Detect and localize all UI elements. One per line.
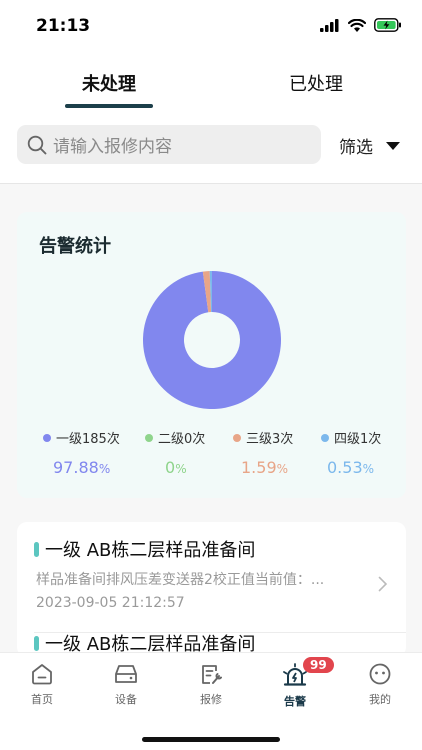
legend-dot-level2 xyxy=(145,433,153,442)
legend-dot-level1 xyxy=(43,433,51,442)
alarm-description: 样品准备间排风压差变送器2校正值当前值：... xyxy=(36,572,325,588)
legend-level1: 一级185次 xyxy=(43,428,120,447)
status-icons xyxy=(320,18,402,32)
alarm-list: 一级 AB栋二层样品准备间 样品准备间排风压差变送器2校正值当前值：... 20… xyxy=(17,522,406,657)
profile-icon xyxy=(369,663,391,685)
search-placeholder: 请输入报修内容 xyxy=(53,137,172,157)
status-time: 21:13 xyxy=(36,16,91,36)
level-indicator xyxy=(34,541,39,557)
nav-label: 告警 xyxy=(284,695,306,708)
alarm-title-row: 一级 AB栋二层样品准备间 xyxy=(34,536,255,562)
filter-label: 筛选 xyxy=(339,138,373,158)
search-row: 请输入报修内容 筛选 xyxy=(17,125,407,165)
legend-dot-level4 xyxy=(321,433,329,442)
tab-unprocessed[interactable]: 未处理 xyxy=(49,70,169,96)
nav-device[interactable]: 设备 xyxy=(84,663,168,707)
chevron-right-icon xyxy=(378,576,388,592)
tab-active-indicator xyxy=(65,104,153,108)
level-indicator xyxy=(34,635,39,651)
nav-label: 我的 xyxy=(369,693,391,706)
filter-button[interactable]: 筛选 xyxy=(339,133,401,158)
chart-legend: 一级185次 二级0次 三级3次 四级1次 xyxy=(17,428,406,458)
device-icon xyxy=(115,665,137,683)
nav-repair[interactable]: 报修 xyxy=(169,663,253,707)
legend-dot-level3 xyxy=(233,433,241,442)
percent-level2: 0% xyxy=(165,458,187,477)
wifi-icon xyxy=(348,18,366,32)
alarm-count-badge: 99 xyxy=(303,657,334,673)
legend-label: 三级3次 xyxy=(246,432,294,447)
nav-label: 报修 xyxy=(200,693,222,706)
battery-charging-icon xyxy=(374,18,401,32)
percent-level3: 1.59% xyxy=(241,458,289,477)
legend-level3: 三级3次 xyxy=(233,428,293,447)
nav-alarm[interactable]: 99 告警 xyxy=(253,657,337,709)
alarm-list-item[interactable]: 一级 AB栋二层样品准备间 样品准备间排风压差变送器2校正值当前值：... 20… xyxy=(17,536,406,633)
nav-home[interactable]: 首页 xyxy=(0,663,84,707)
tab-processed[interactable]: 已处理 xyxy=(256,70,376,96)
search-icon xyxy=(27,135,47,154)
legend-label: 一级185次 xyxy=(56,432,120,447)
legend-label: 二级0次 xyxy=(158,432,206,447)
alarm-title: 一级 AB栋二层样品准备间 xyxy=(45,540,256,561)
legend-level4: 四级1次 xyxy=(321,428,381,447)
legend-label: 四级1次 xyxy=(334,432,382,447)
percent-level1: 97.88% xyxy=(53,458,111,477)
search-input[interactable]: 请输入报修内容 xyxy=(17,125,321,164)
signal-icon xyxy=(320,18,339,32)
caret-down-icon xyxy=(386,141,400,150)
nav-profile[interactable]: 我的 xyxy=(338,663,422,707)
nav-label: 设备 xyxy=(115,693,137,706)
legend-level2: 二级0次 xyxy=(145,428,205,447)
alarm-stats-card: 告警统计 一级185次 二级0次 三级3次 四级1次 97.88% 0% 1.5… xyxy=(17,212,406,498)
alarm-donut-chart xyxy=(143,271,281,409)
status-bar: 21:13 xyxy=(0,0,422,52)
percent-level4: 0.53% xyxy=(327,458,375,477)
bottom-nav: 首页 设备 报修 99 告警 我的 xyxy=(0,652,422,750)
alarm-time: 2023-09-05 21:12:57 xyxy=(36,595,185,611)
repair-icon xyxy=(202,665,222,684)
stats-title: 告警统计 xyxy=(39,236,111,257)
home-icon xyxy=(32,664,52,685)
nav-label: 首页 xyxy=(31,693,53,706)
tab-bar: 未处理 已处理 xyxy=(0,58,422,114)
home-indicator xyxy=(142,737,280,742)
